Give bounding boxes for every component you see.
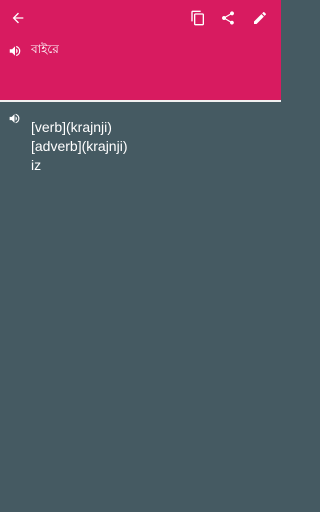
share-button[interactable] <box>216 6 240 30</box>
copy-icon <box>191 10 204 26</box>
result-panel: [verb](krajnji) [adverb](krajnji) iz <box>0 102 281 512</box>
back-button[interactable] <box>6 6 30 30</box>
translation-line: iz <box>31 157 42 173</box>
arrow-back-icon <box>12 12 24 24</box>
header: বাইরে <box>0 0 281 100</box>
translation-line: [verb](krajnji) <box>31 119 112 135</box>
translation-lines: [verb](krajnji) [adverb](krajnji) iz <box>31 118 127 175</box>
source-text: বাইরে <box>31 42 59 56</box>
copy-button[interactable] <box>186 6 210 30</box>
speaker-icon[interactable] <box>8 112 22 126</box>
speaker-icon[interactable] <box>8 44 22 58</box>
source-row: বাইরে <box>8 41 59 61</box>
share-icon <box>222 11 234 25</box>
edit-button[interactable] <box>248 6 272 30</box>
edit-icon <box>254 12 266 24</box>
translation-line: [adverb](krajnji) <box>31 138 128 154</box>
